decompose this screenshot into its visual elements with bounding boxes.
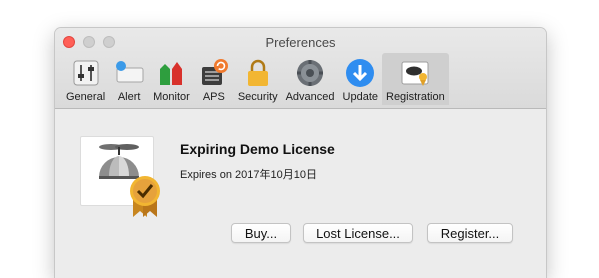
gear-icon <box>297 60 324 86</box>
registration-pane: Expiring Demo License Expires on 2017年10… <box>55 109 546 278</box>
window-title: Preferences <box>265 35 336 50</box>
lost-license-button[interactable]: Lost License... <box>303 223 413 243</box>
license-title: Expiring Demo License <box>180 141 335 157</box>
preferences-toolbar: General Alert Monitor APS Security Advan… <box>62 53 449 105</box>
tab-alert[interactable]: Alert <box>109 53 149 105</box>
preferences-window: Preferences General Alert Monitor APS Se… <box>55 28 546 278</box>
tab-security-label: Security <box>237 91 278 103</box>
tab-alert-label: Alert <box>117 91 141 103</box>
tab-general[interactable]: General <box>62 53 109 105</box>
tab-aps-label: APS <box>202 91 225 103</box>
tab-update-label: Update <box>342 91 378 103</box>
app-icon <box>80 136 160 217</box>
license-expiration: Expires on 2017年10月10日 <box>180 169 317 181</box>
register-button[interactable]: Register... <box>427 223 513 243</box>
tab-general-label: General <box>66 91 106 103</box>
tab-advanced[interactable]: Advanced <box>282 53 339 105</box>
alert-icon <box>116 61 144 83</box>
download-icon <box>346 59 375 87</box>
tab-registration[interactable]: Registration <box>382 53 449 105</box>
tab-monitor-label: Monitor <box>153 91 190 103</box>
tab-advanced-label: Advanced <box>285 91 335 103</box>
tab-monitor[interactable]: Monitor <box>149 53 194 105</box>
tab-security[interactable]: Security <box>234 53 282 105</box>
title-bar: Preferences General Alert Monitor APS Se… <box>55 28 546 109</box>
lock-icon <box>247 59 268 86</box>
tab-update[interactable]: Update <box>339 53 382 105</box>
tab-aps[interactable]: APS <box>194 53 234 105</box>
verified-badge-icon <box>130 176 160 217</box>
monitor-icon <box>160 62 183 85</box>
aps-icon <box>201 59 228 85</box>
tab-registration-label: Registration <box>386 91 445 103</box>
buy-button[interactable]: Buy... <box>231 223 291 243</box>
registration-icon <box>401 61 429 86</box>
sliders-icon <box>73 60 99 86</box>
